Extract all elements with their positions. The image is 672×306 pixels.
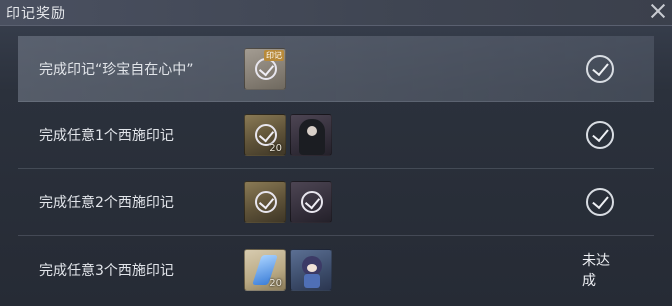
- reward-row: 完成任意2个西施印记: [18, 169, 654, 236]
- reward-list: 完成印记“珍宝自在心中” 印记 完成任意1个西施印记 20 完成任意2个西施印记…: [18, 36, 654, 303]
- reward-items: 20: [244, 114, 332, 156]
- chibi-body: [304, 273, 320, 288]
- window-title: 印记奖励: [6, 6, 66, 22]
- reward-items: 20: [244, 248, 332, 291]
- character-portrait-icon: [299, 119, 325, 155]
- item-tag: 印记: [264, 49, 284, 61]
- status-text: 未达成: [582, 252, 610, 289]
- title-bar: 印记奖励: [0, 0, 672, 26]
- reward-status: [586, 54, 614, 83]
- reward-item[interactable]: [290, 114, 332, 156]
- chibi-character-icon: [302, 255, 322, 276]
- reward-condition-label: 完成任意3个西施印记: [39, 262, 174, 279]
- completed-check-icon: [586, 54, 614, 83]
- completed-check-icon: [586, 121, 614, 149]
- reward-items: [244, 181, 332, 223]
- mark-check-icon: [255, 57, 277, 80]
- close-icon[interactable]: [648, 1, 668, 21]
- reward-status: 未达成: [582, 250, 614, 290]
- reward-row: 完成任意3个西施印记 20 未达成: [18, 236, 654, 303]
- reward-condition-label: 完成任意1个西施印记: [39, 128, 174, 144]
- reward-row: 完成任意1个西施印记 20: [18, 102, 654, 169]
- completed-check-icon: [586, 188, 614, 216]
- reward-items: 印记: [244, 47, 286, 90]
- item-quantity: 20: [269, 143, 282, 154]
- reward-condition-label: 完成印记“珍宝自在心中”: [39, 61, 194, 78]
- reward-status: [586, 121, 614, 149]
- reward-item[interactable]: 20: [244, 248, 286, 291]
- mark-check-icon: [301, 191, 323, 213]
- reward-item[interactable]: [244, 181, 286, 223]
- reward-item[interactable]: 20: [244, 114, 286, 156]
- reward-row: 完成印记“珍宝自在心中” 印记: [18, 36, 654, 102]
- reward-status: [586, 188, 614, 216]
- mark-check-icon: [255, 191, 277, 213]
- reward-item[interactable]: [290, 248, 332, 291]
- reward-item[interactable]: [290, 181, 332, 223]
- reward-condition-label: 完成任意2个西施印记: [39, 195, 174, 211]
- reward-item[interactable]: 印记: [244, 47, 286, 90]
- item-quantity: 20: [269, 277, 282, 289]
